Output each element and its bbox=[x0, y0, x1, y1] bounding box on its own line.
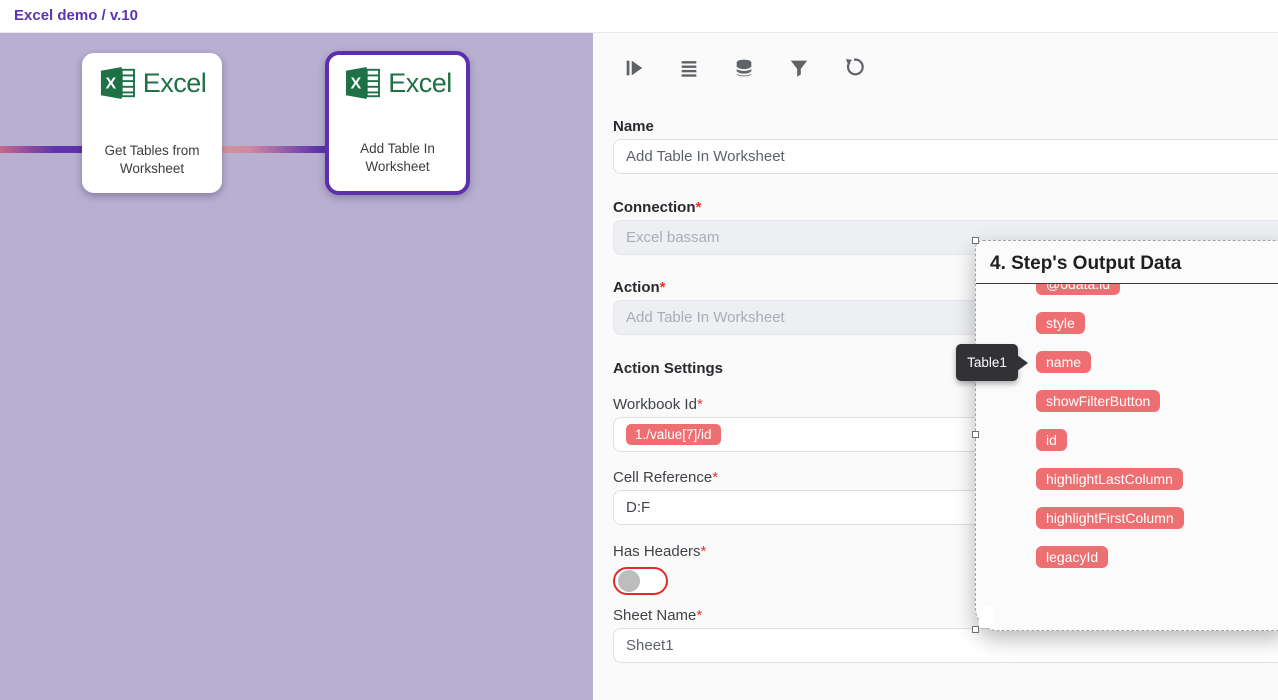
list-icon[interactable] bbox=[678, 57, 700, 79]
panel-scrollbar-thumb[interactable] bbox=[979, 606, 994, 628]
excel-wordmark: Excel bbox=[143, 68, 207, 99]
has-headers-label: Has Headers* bbox=[613, 543, 706, 560]
action-settings-heading: Action Settings bbox=[613, 360, 723, 377]
breadcrumb-title[interactable]: Excel demo / v.10 bbox=[14, 7, 138, 24]
workflow-node-add-table-selected[interactable]: X Excel Add Table In Worksheet bbox=[325, 51, 470, 195]
app-window: Excel demo / v.10 X Excel Get Tables fro… bbox=[0, 0, 1278, 700]
excel-logo: X Excel bbox=[329, 63, 466, 103]
output-field-chip[interactable]: id bbox=[1036, 429, 1067, 451]
has-headers-toggle[interactable] bbox=[613, 567, 668, 595]
toggle-knob bbox=[618, 570, 640, 592]
filter-icon[interactable] bbox=[788, 57, 810, 79]
workflow-canvas[interactable]: X Excel Get Tables from Worksheet X bbox=[0, 33, 593, 700]
output-field-list[interactable]: @odata.id style name showFilterButton id… bbox=[976, 284, 1278, 628]
node-label: Get Tables from Worksheet bbox=[82, 142, 222, 178]
excel-logo: X Excel bbox=[82, 63, 222, 103]
sheet-name-label: Sheet Name* bbox=[613, 607, 702, 624]
output-field-chip[interactable]: name bbox=[1036, 351, 1091, 373]
svg-text:X: X bbox=[351, 75, 362, 93]
resize-handle-top-left[interactable] bbox=[972, 237, 979, 244]
node-label: Add Table In Worksheet bbox=[329, 140, 466, 176]
workflow-node-get-tables[interactable]: X Excel Get Tables from Worksheet bbox=[82, 53, 222, 193]
database-icon[interactable] bbox=[733, 57, 755, 79]
connection-label: Connection* bbox=[613, 199, 701, 216]
step-output-data-panel[interactable]: 4. Step's Output Data @odata.id style na… bbox=[975, 240, 1278, 631]
output-field-chip[interactable]: highlightLastColumn bbox=[1036, 468, 1183, 490]
excel-wordmark: Excel bbox=[388, 68, 452, 99]
undo-icon[interactable] bbox=[843, 57, 865, 79]
output-field-chip[interactable]: style bbox=[1036, 312, 1085, 334]
output-panel-title: 4. Step's Output Data bbox=[976, 241, 1278, 284]
excel-icon: X bbox=[343, 66, 381, 100]
workbook-id-mapping-chip[interactable]: 1./value[7]/id bbox=[626, 424, 721, 445]
name-label: Name bbox=[613, 118, 654, 135]
inspector-toolbar bbox=[623, 57, 865, 79]
cell-reference-label: Cell Reference* bbox=[613, 469, 718, 486]
output-field-chip[interactable]: legacyId bbox=[1036, 546, 1108, 568]
action-label: Action* bbox=[613, 279, 666, 296]
run-step-icon[interactable] bbox=[623, 57, 645, 79]
top-bar: Excel demo / v.10 bbox=[0, 0, 1278, 33]
workbook-id-label: Workbook Id* bbox=[613, 396, 703, 413]
connector-edge-between bbox=[215, 146, 330, 153]
sheet-name-input[interactable]: Sheet1 bbox=[613, 628, 1278, 663]
output-field-chip[interactable]: @odata.id bbox=[1036, 284, 1120, 295]
field-value-tooltip: Table1 bbox=[956, 344, 1018, 381]
excel-icon: X bbox=[98, 66, 136, 100]
resize-handle-bottom-left[interactable] bbox=[972, 626, 979, 633]
name-input[interactable]: Add Table In Worksheet bbox=[613, 139, 1278, 174]
resize-handle-middle-left[interactable] bbox=[972, 431, 979, 438]
output-field-chip[interactable]: showFilterButton bbox=[1036, 390, 1160, 412]
svg-text:X: X bbox=[105, 75, 116, 93]
output-field-chip[interactable]: highlightFirstColumn bbox=[1036, 507, 1184, 529]
